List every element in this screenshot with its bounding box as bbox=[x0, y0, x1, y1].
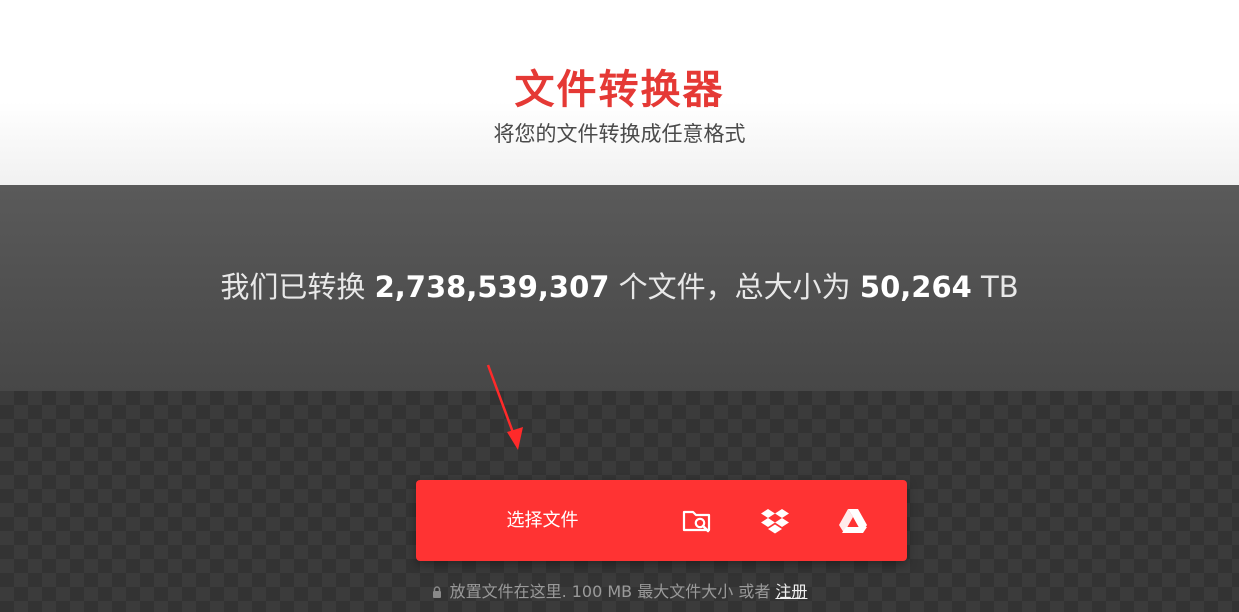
google-drive-icon bbox=[839, 508, 867, 533]
drop-hint-text: 放置文件在这里. 100 MB 最大文件大小 或者 bbox=[449, 582, 771, 601]
stats-prefix: 我们已转换 bbox=[220, 270, 366, 304]
dropbox-icon bbox=[761, 508, 789, 533]
signup-link[interactable]: 注册 bbox=[775, 582, 807, 601]
lock-icon bbox=[432, 586, 441, 598]
choose-files-button[interactable]: 选择文件 bbox=[416, 480, 669, 561]
stats-middle: 个文件，总大小为 bbox=[618, 270, 851, 304]
dropbox-button[interactable] bbox=[736, 480, 814, 561]
google-drive-button[interactable] bbox=[814, 480, 892, 561]
drop-hint: 放置文件在这里. 100 MB 最大文件大小 或者 注册 bbox=[0, 580, 1239, 604]
file-count: 2,738,539,307 bbox=[374, 270, 610, 304]
annotation-arrow bbox=[486, 364, 523, 450]
size-unit: TB bbox=[981, 270, 1019, 304]
total-size: 50,264 bbox=[859, 270, 972, 304]
upload-bar: 选择文件 bbox=[416, 480, 907, 561]
page-title: 文件转换器 bbox=[514, 67, 725, 113]
page-subtitle: 将您的文件转换成任意格式 bbox=[493, 122, 746, 146]
conversion-stats: 我们已转换 2,738,539,307 个文件，总大小为 50,264 TB bbox=[0, 267, 1239, 307]
folder-search-button[interactable] bbox=[658, 480, 736, 561]
folder-search-icon bbox=[682, 510, 711, 532]
